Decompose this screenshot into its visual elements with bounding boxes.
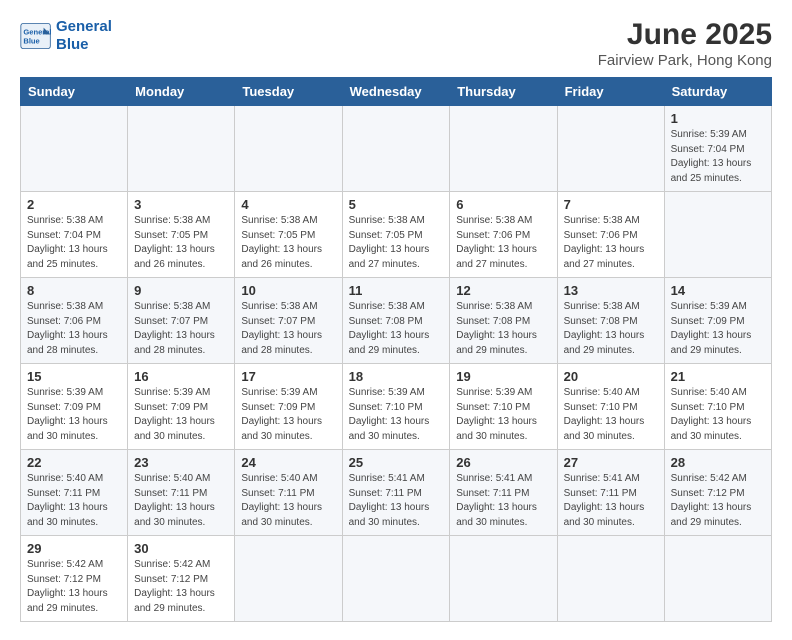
day-cell: 9Sunrise: 5:38 AMSunset: 7:07 PMDaylight… — [128, 278, 235, 364]
empty-cell — [235, 106, 342, 192]
day-cell: 18Sunrise: 5:39 AMSunset: 7:10 PMDayligh… — [342, 364, 450, 450]
day-cell: 30Sunrise: 5:42 AMSunset: 7:12 PMDayligh… — [128, 536, 235, 622]
day-cell: 22Sunrise: 5:40 AMSunset: 7:11 PMDayligh… — [21, 450, 128, 536]
empty-cell — [557, 106, 664, 192]
column-header-sunday: Sunday — [21, 78, 128, 106]
day-cell: 27Sunrise: 5:41 AMSunset: 7:11 PMDayligh… — [557, 450, 664, 536]
day-cell: 8Sunrise: 5:38 AMSunset: 7:06 PMDaylight… — [21, 278, 128, 364]
calendar-week-row: 15Sunrise: 5:39 AMSunset: 7:09 PMDayligh… — [21, 364, 772, 450]
column-header-friday: Friday — [557, 78, 664, 106]
calendar-header-row: SundayMondayTuesdayWednesdayThursdayFrid… — [21, 78, 772, 106]
header: General Blue General Blue June 2025 Fair… — [20, 18, 772, 69]
day-cell: 19Sunrise: 5:39 AMSunset: 7:10 PMDayligh… — [450, 364, 557, 450]
empty-cell — [450, 536, 557, 622]
day-cell: 24Sunrise: 5:40 AMSunset: 7:11 PMDayligh… — [235, 450, 342, 536]
day-cell: 16Sunrise: 5:39 AMSunset: 7:09 PMDayligh… — [128, 364, 235, 450]
empty-cell — [557, 536, 664, 622]
calendar-week-row: 22Sunrise: 5:40 AMSunset: 7:11 PMDayligh… — [21, 450, 772, 536]
day-cell: 7Sunrise: 5:38 AMSunset: 7:06 PMDaylight… — [557, 192, 664, 278]
day-cell: 28Sunrise: 5:42 AMSunset: 7:12 PMDayligh… — [664, 450, 771, 536]
day-cell: 20Sunrise: 5:40 AMSunset: 7:10 PMDayligh… — [557, 364, 664, 450]
empty-cell — [342, 106, 450, 192]
column-header-wednesday: Wednesday — [342, 78, 450, 106]
calendar-week-row: 2Sunrise: 5:38 AMSunset: 7:04 PMDaylight… — [21, 192, 772, 278]
day-cell: 3Sunrise: 5:38 AMSunset: 7:05 PMDaylight… — [128, 192, 235, 278]
column-header-saturday: Saturday — [664, 78, 771, 106]
calendar-week-row: 8Sunrise: 5:38 AMSunset: 7:06 PMDaylight… — [21, 278, 772, 364]
calendar-week-row: 1Sunrise: 5:39 AMSunset: 7:04 PMDaylight… — [21, 106, 772, 192]
day-cell: 11Sunrise: 5:38 AMSunset: 7:08 PMDayligh… — [342, 278, 450, 364]
calendar-table: SundayMondayTuesdayWednesdayThursdayFrid… — [20, 77, 772, 622]
day-cell: 26Sunrise: 5:41 AMSunset: 7:11 PMDayligh… — [450, 450, 557, 536]
logo-text: General Blue — [56, 18, 112, 54]
column-header-tuesday: Tuesday — [235, 78, 342, 106]
day-cell: 10Sunrise: 5:38 AMSunset: 7:07 PMDayligh… — [235, 278, 342, 364]
empty-cell — [235, 536, 342, 622]
empty-cell — [342, 536, 450, 622]
empty-cell — [450, 106, 557, 192]
day-cell: 15Sunrise: 5:39 AMSunset: 7:09 PMDayligh… — [21, 364, 128, 450]
column-header-monday: Monday — [128, 78, 235, 106]
logo: General Blue General Blue — [20, 18, 112, 54]
column-header-thursday: Thursday — [450, 78, 557, 106]
day-cell: 29Sunrise: 5:42 AMSunset: 7:12 PMDayligh… — [21, 536, 128, 622]
month-title: June 2025 — [598, 18, 772, 52]
svg-text:Blue: Blue — [23, 37, 39, 46]
day-cell: 17Sunrise: 5:39 AMSunset: 7:09 PMDayligh… — [235, 364, 342, 450]
logo-line1: General — [56, 18, 112, 35]
day-cell: 14Sunrise: 5:39 AMSunset: 7:09 PMDayligh… — [664, 278, 771, 364]
location-title: Fairview Park, Hong Kong — [598, 52, 772, 69]
day-cell: 1Sunrise: 5:39 AMSunset: 7:04 PMDaylight… — [664, 106, 771, 192]
empty-cell — [664, 536, 771, 622]
logo-line2: Blue — [56, 36, 89, 53]
day-cell: 21Sunrise: 5:40 AMSunset: 7:10 PMDayligh… — [664, 364, 771, 450]
empty-cell — [21, 106, 128, 192]
logo-icon: General Blue — [20, 22, 52, 50]
day-cell: 5Sunrise: 5:38 AMSunset: 7:05 PMDaylight… — [342, 192, 450, 278]
empty-cell — [664, 192, 771, 278]
day-cell: 25Sunrise: 5:41 AMSunset: 7:11 PMDayligh… — [342, 450, 450, 536]
calendar-week-row: 29Sunrise: 5:42 AMSunset: 7:12 PMDayligh… — [21, 536, 772, 622]
day-cell: 13Sunrise: 5:38 AMSunset: 7:08 PMDayligh… — [557, 278, 664, 364]
day-cell: 23Sunrise: 5:40 AMSunset: 7:11 PMDayligh… — [128, 450, 235, 536]
title-area: June 2025 Fairview Park, Hong Kong — [598, 18, 772, 69]
day-cell: 12Sunrise: 5:38 AMSunset: 7:08 PMDayligh… — [450, 278, 557, 364]
day-cell: 2Sunrise: 5:38 AMSunset: 7:04 PMDaylight… — [21, 192, 128, 278]
day-cell: 4Sunrise: 5:38 AMSunset: 7:05 PMDaylight… — [235, 192, 342, 278]
day-cell: 6Sunrise: 5:38 AMSunset: 7:06 PMDaylight… — [450, 192, 557, 278]
empty-cell — [128, 106, 235, 192]
